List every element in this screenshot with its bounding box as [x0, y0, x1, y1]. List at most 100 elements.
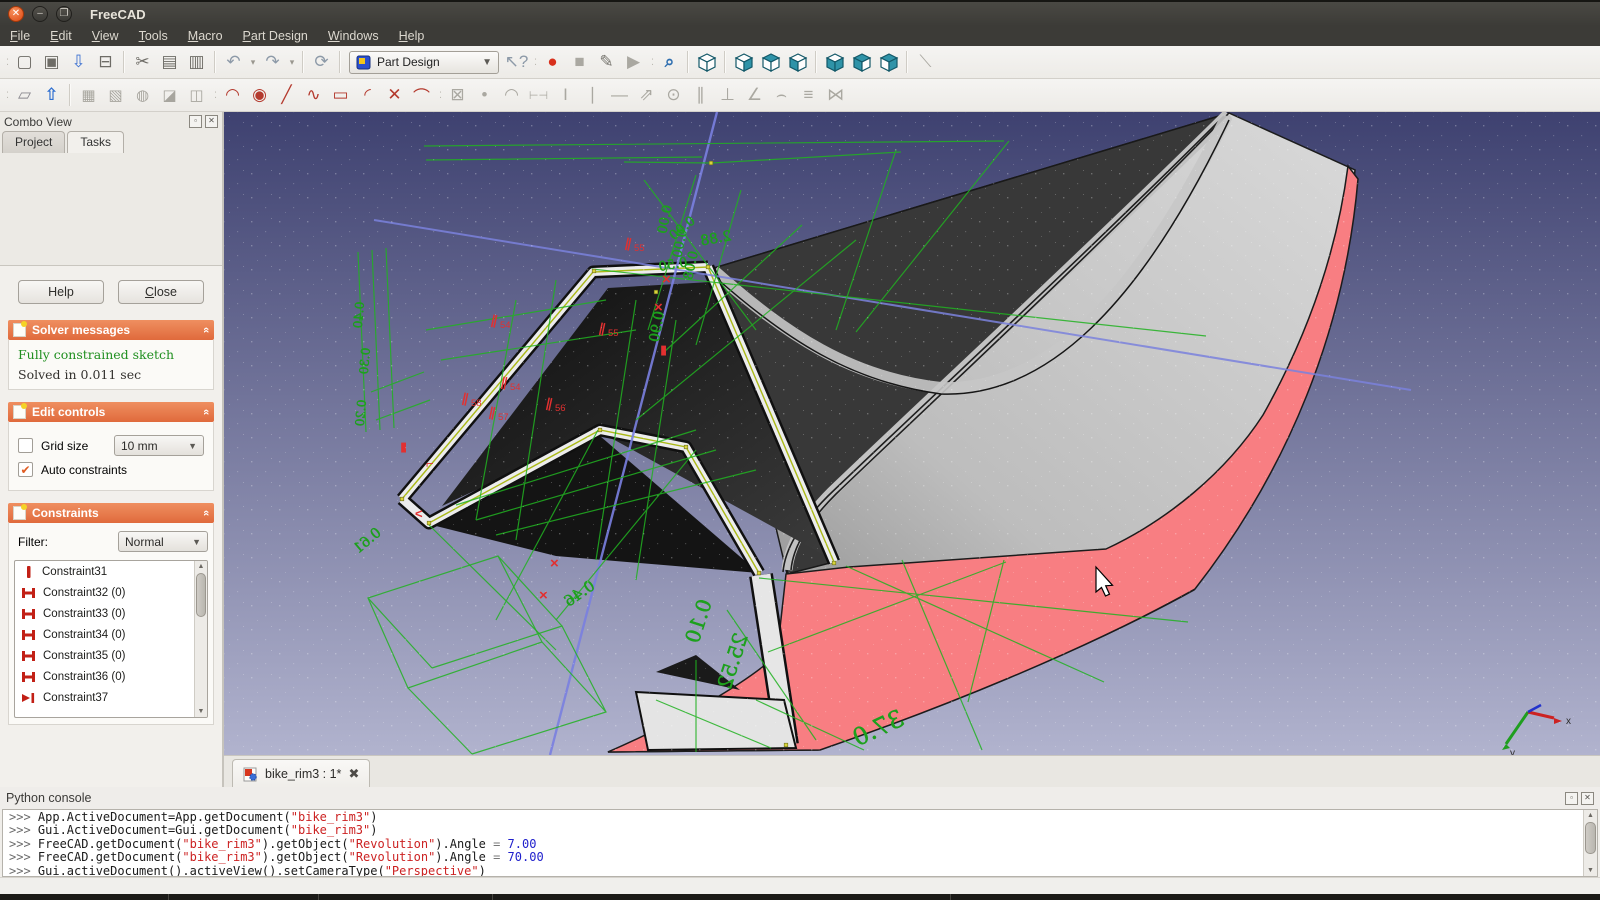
view-axonometric-icon[interactable]: [693, 49, 720, 75]
constraint-perpendicular-icon[interactable]: ⊥: [714, 82, 741, 108]
constraint-horizontal-icon[interactable]: —: [606, 82, 633, 108]
create-circle-icon[interactable]: ◉: [246, 82, 273, 108]
tab-close-icon[interactable]: ✖: [348, 766, 359, 782]
redo-icon[interactable]: ↷: [259, 49, 286, 75]
view-bottom-icon[interactable]: [848, 49, 875, 75]
print-icon[interactable]: ⊟: [92, 49, 119, 75]
create-polyline-icon[interactable]: ∿: [300, 82, 327, 108]
paste-icon[interactable]: ▥: [183, 49, 210, 75]
redo-more-icon[interactable]: ▾: [286, 49, 298, 75]
pocket-feature-icon[interactable]: ▧: [102, 82, 129, 108]
window-close-icon[interactable]: ✕: [8, 6, 24, 22]
new-file-icon[interactable]: ▢: [11, 49, 38, 75]
panel-float-icon[interactable]: ▫: [1565, 791, 1578, 805]
pad-feature-icon[interactable]: ▦: [75, 82, 102, 108]
grid-size-checkbox[interactable]: [18, 438, 33, 453]
view-rear-icon[interactable]: [821, 49, 848, 75]
collapse-icon[interactable]: «: [200, 510, 212, 516]
fit-all-icon[interactable]: ⌕: [656, 49, 683, 75]
fillet-feature-icon[interactable]: ◫: [183, 82, 210, 108]
undo-icon[interactable]: ↶: [220, 49, 247, 75]
constraints-header[interactable]: Constraints «: [8, 503, 214, 523]
create-rectangle-icon[interactable]: ▭: [327, 82, 354, 108]
constraint-list[interactable]: Constraint31 Constraint32 (0) Constraint33…: [14, 560, 208, 718]
menu-view[interactable]: View: [82, 27, 129, 45]
constraint-coincident-icon[interactable]: •: [471, 82, 498, 108]
macro-edit-icon[interactable]: ✎: [593, 49, 620, 75]
panel-close-icon[interactable]: ✕: [205, 115, 218, 128]
view-right-icon[interactable]: [784, 49, 811, 75]
constraint-item[interactable]: Constraint34 (0): [15, 624, 207, 645]
view-front-icon[interactable]: [730, 49, 757, 75]
constraint-item[interactable]: Constraint37: [15, 687, 207, 708]
macro-stop-icon[interactable]: ■: [566, 49, 593, 75]
trim-edge-icon[interactable]: ✕: [381, 82, 408, 108]
view-sketch-icon[interactable]: ▱: [11, 82, 38, 108]
collapse-icon[interactable]: «: [200, 409, 212, 415]
macro-record-icon[interactable]: ●: [539, 49, 566, 75]
python-console-header[interactable]: Python console ▫ ✕: [0, 787, 1600, 809]
macro-play-icon[interactable]: ▶: [620, 49, 647, 75]
refresh-icon[interactable]: ⟳: [308, 49, 335, 75]
constraint-lock-icon[interactable]: ⊠: [444, 82, 471, 108]
panel-float-icon[interactable]: ▫: [189, 115, 202, 128]
tab-project[interactable]: Project: [2, 131, 66, 153]
grid-size-dropdown[interactable]: 10 mm ▼: [114, 435, 204, 456]
constraint-item[interactable]: Constraint32 (0): [15, 582, 207, 603]
constraint-item[interactable]: Constraint33 (0): [15, 603, 207, 624]
measure-icon[interactable]: ⟍: [912, 49, 939, 75]
scrollbar-thumb[interactable]: [196, 573, 206, 617]
document-tab[interactable]: bike_rim3 : 1* ✖: [232, 759, 371, 788]
window-maximize-icon[interactable]: ❐: [56, 6, 72, 22]
python-console[interactable]: >>> App.ActiveDocument=App.getDocument("…: [2, 809, 1598, 877]
help-button[interactable]: Help: [18, 280, 104, 304]
window-minimize-icon[interactable]: –: [32, 6, 48, 22]
save-icon[interactable]: ⇩: [65, 49, 92, 75]
groove-feature-icon[interactable]: ◪: [156, 82, 183, 108]
menu-help[interactable]: Help: [389, 27, 435, 45]
toolbar-grip[interactable]: ⁚: [210, 84, 219, 106]
constraint-radius-icon[interactable]: ⊙: [660, 82, 687, 108]
menu-part-design[interactable]: Part Design: [233, 27, 318, 45]
leave-sketch-icon[interactable]: ⇧: [38, 82, 65, 108]
menu-edit[interactable]: Edit: [40, 27, 82, 45]
scroll-up-icon[interactable]: ▲: [195, 561, 207, 572]
constraint-vertical-distance-icon[interactable]: I: [552, 82, 579, 108]
toolbar-grip[interactable]: ⁚: [2, 51, 11, 73]
view-left-icon[interactable]: [875, 49, 902, 75]
constraint-symmetric-icon[interactable]: ⋈: [822, 82, 849, 108]
workbench-selector[interactable]: Part Design ▼: [349, 50, 499, 74]
create-fillet-icon[interactable]: ◜: [354, 82, 381, 108]
menu-tools[interactable]: Tools: [129, 27, 178, 45]
view-top-icon[interactable]: [757, 49, 784, 75]
create-line-icon[interactable]: ╱: [273, 82, 300, 108]
toolbar-grip[interactable]: ⁚: [435, 84, 444, 106]
constraint-distance-icon[interactable]: ⇗: [633, 82, 660, 108]
open-file-icon[interactable]: ▣: [38, 49, 65, 75]
external-geometry-icon[interactable]: ⌒: [408, 82, 435, 108]
cut-icon[interactable]: ✂: [129, 49, 156, 75]
constraint-tangent-icon[interactable]: ⌢: [768, 82, 795, 108]
constraint-point-on-object-icon[interactable]: ◠: [498, 82, 525, 108]
copy-icon[interactable]: ▤: [156, 49, 183, 75]
close-button[interactable]: Close: [118, 280, 204, 304]
whats-this-icon[interactable]: ↖?: [503, 49, 530, 75]
constraint-horizontal-distance-icon[interactable]: ⊢⊣: [525, 82, 552, 108]
constraint-item[interactable]: Constraint36 (0): [15, 666, 207, 687]
constraint-list-scrollbar[interactable]: ▲ ▼: [194, 561, 207, 717]
scroll-down-icon[interactable]: ▼: [195, 706, 207, 717]
edit-controls-header[interactable]: Edit controls «: [8, 402, 214, 422]
constraint-equal-icon[interactable]: ≡: [795, 82, 822, 108]
constraint-angle-icon[interactable]: ∠: [741, 82, 768, 108]
auto-constraints-checkbox[interactable]: ✔: [18, 462, 33, 477]
undo-more-icon[interactable]: ▾: [247, 49, 259, 75]
constraint-vertical-icon[interactable]: ∣: [579, 82, 606, 108]
console-scrollbar[interactable]: ▲ ▼: [1583, 810, 1597, 876]
toolbar-grip[interactable]: ⁚: [530, 51, 539, 73]
scroll-down-icon[interactable]: ▼: [1584, 865, 1597, 876]
menu-windows[interactable]: Windows: [318, 27, 389, 45]
revolution-feature-icon[interactable]: ◍: [129, 82, 156, 108]
constraint-item[interactable]: Constraint31: [15, 561, 207, 582]
collapse-icon[interactable]: «: [200, 327, 212, 333]
constraint-parallel-icon[interactable]: ∥: [687, 82, 714, 108]
